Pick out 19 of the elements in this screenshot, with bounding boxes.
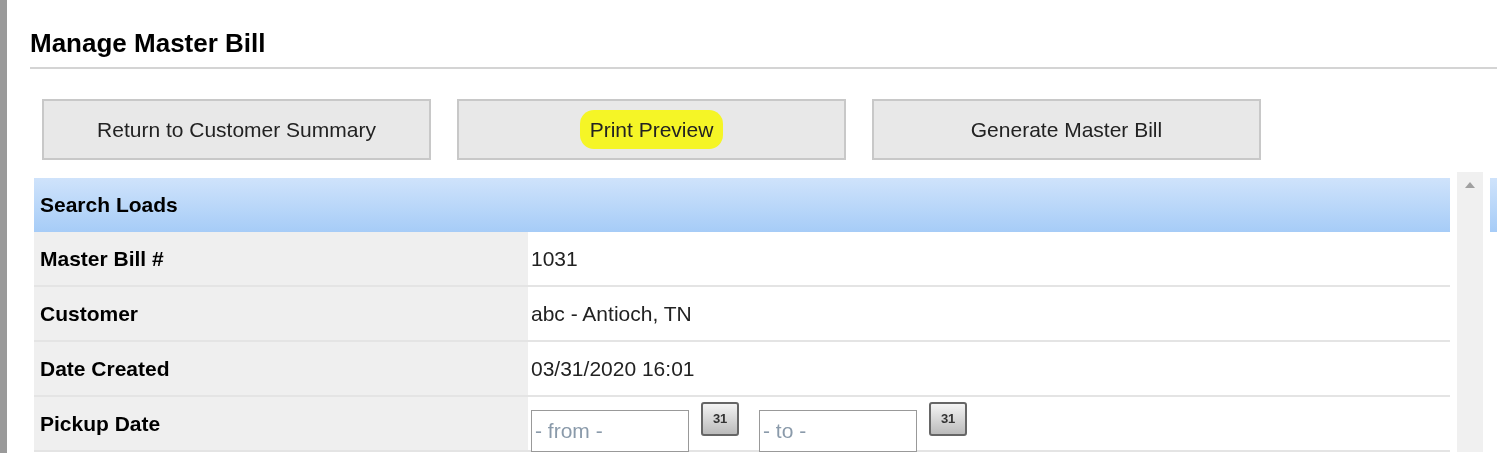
scroll-up-icon <box>1465 182 1475 188</box>
action-button[interactable]: Return to Customer Summary <box>42 99 431 160</box>
scrollbar[interactable] <box>1457 172 1483 452</box>
panel-header: Search Loads <box>34 178 1450 232</box>
row-value: 03/31/2020 16:01 <box>531 355 695 382</box>
date-field[interactable]: - from - <box>531 409 689 452</box>
row-value: 1031 <box>531 245 578 272</box>
calendar-icon[interactable]: 31 <box>701 401 739 436</box>
calendar-icon[interactable]: 31 <box>929 401 967 436</box>
row-label: Master Bill # <box>34 232 528 285</box>
date-field[interactable]: - to - <box>759 409 917 452</box>
row-label: Date Created <box>34 342 528 395</box>
row-label: Pickup Date <box>34 397 528 450</box>
row-value: abc - Antioch, TN <box>531 300 692 327</box>
side-panel-header <box>1490 178 1497 232</box>
page-title: Manage Master Bill <box>30 28 266 58</box>
row-label: Customer <box>34 287 528 340</box>
action-button[interactable]: Print Preview <box>457 99 846 160</box>
action-button[interactable]: Generate Master Bill <box>872 99 1261 160</box>
